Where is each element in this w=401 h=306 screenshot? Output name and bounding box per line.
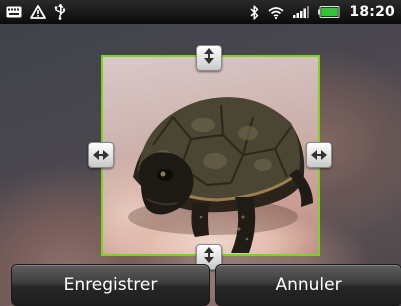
keyboard-icon [6, 6, 22, 18]
horizontal-resize-icon [311, 146, 327, 165]
save-button[interactable]: Enregistrer [11, 264, 210, 306]
crop-handle-left[interactable] [88, 142, 114, 168]
horizontal-resize-icon [93, 146, 109, 165]
crop-handle-top[interactable] [196, 45, 222, 71]
vertical-resize-icon [203, 48, 215, 68]
cancel-button[interactable]: Annuler [215, 264, 401, 306]
crop-handle-right[interactable] [306, 142, 332, 168]
crop-frame[interactable] [101, 55, 320, 256]
bluetooth-icon [250, 4, 259, 20]
warning-icon [30, 5, 46, 19]
wifi-icon [268, 6, 284, 19]
notification-icons [6, 4, 66, 20]
action-bar: Enregistrer Annuler [0, 264, 401, 306]
battery-icon [318, 6, 340, 18]
usb-icon [54, 4, 66, 20]
clock: 18:20 [349, 4, 395, 20]
status-bar: 18:20 [0, 0, 401, 24]
system-status-icons: 18:20 [250, 4, 395, 20]
signal-icon [293, 6, 310, 18]
turtle-photo [128, 97, 313, 253]
